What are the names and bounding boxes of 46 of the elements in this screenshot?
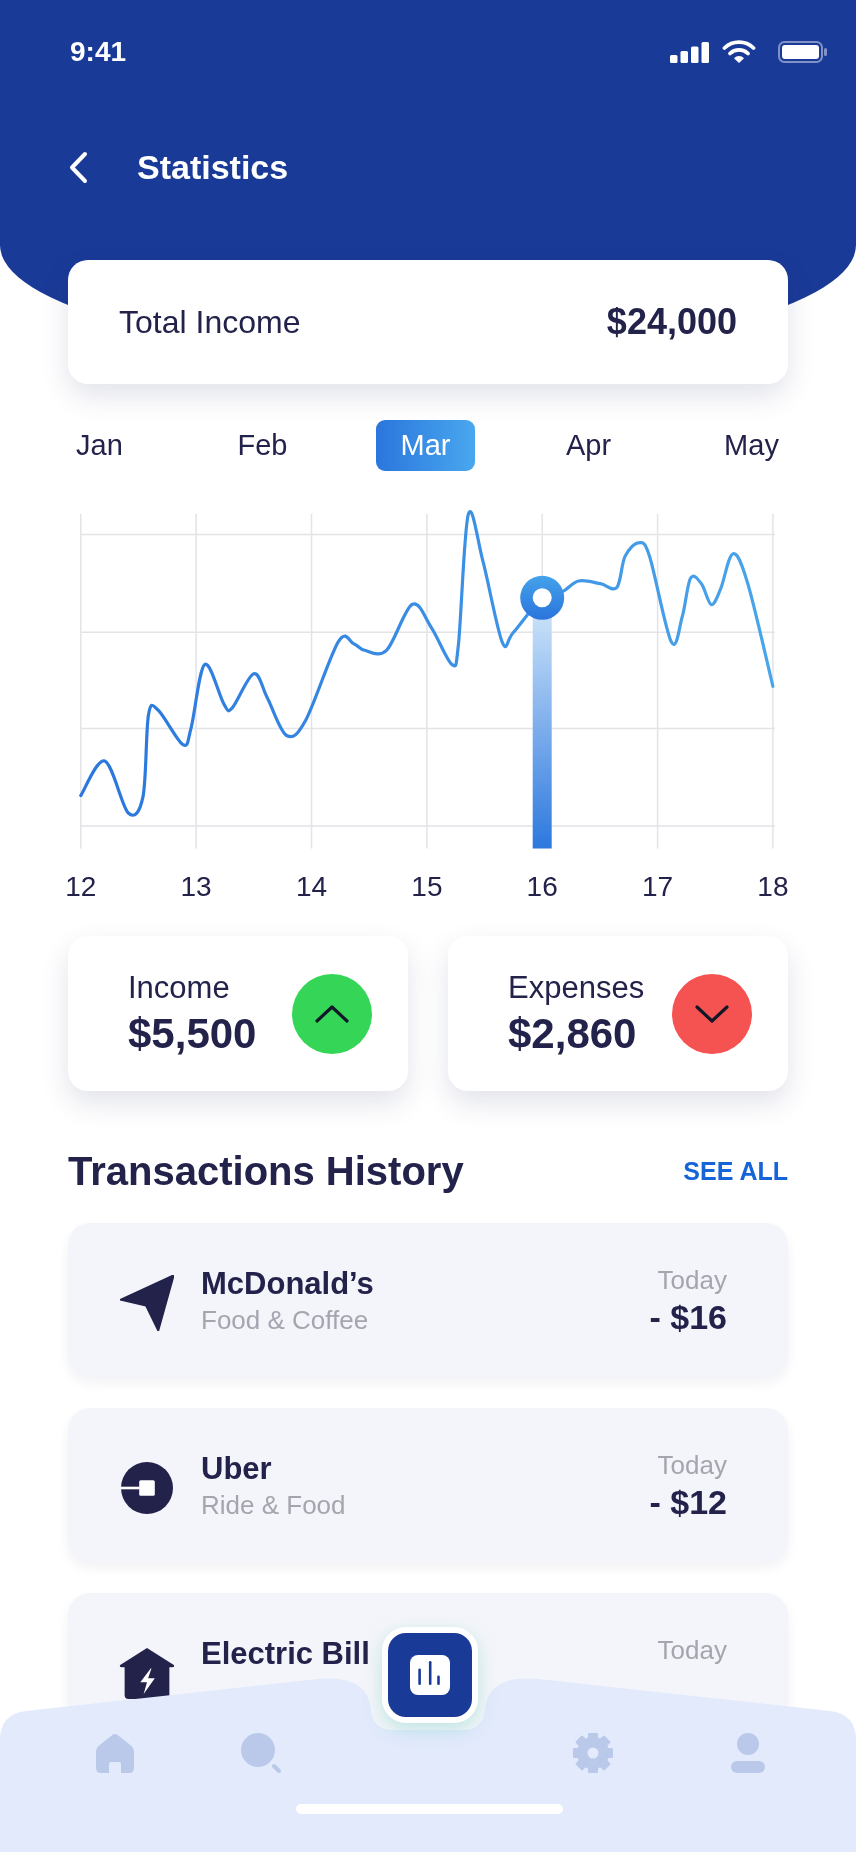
- total-income-label: Total Income: [119, 303, 301, 342]
- transaction-card[interactable]: McDonald’s Food & Coffee Today - $16: [68, 1223, 788, 1377]
- person-icon[interactable]: [731, 1733, 765, 1773]
- summary-amount: $2,860: [508, 1008, 637, 1059]
- status-time: 9:41: [70, 35, 127, 69]
- battery-icon: [778, 41, 827, 63]
- axis-label: 13: [180, 870, 212, 902]
- house-icon[interactable]: [96, 1733, 134, 1773]
- transaction-date: Today: [657, 1634, 727, 1667]
- transaction-category: Ride & Food: [201, 1489, 346, 1522]
- axis-label: 15: [411, 870, 443, 902]
- chart-highlight-marker[interactable]: [520, 575, 565, 849]
- page-title: Statistics: [137, 147, 289, 188]
- axis-label: 14: [295, 870, 328, 902]
- house-bolt-icon: [119, 1647, 175, 1699]
- bar-chart-icon: [410, 1655, 450, 1695]
- search-icon[interactable]: [241, 1733, 281, 1773]
- chart-button[interactable]: [382, 1627, 478, 1723]
- wifi-icon: [722, 40, 756, 64]
- axis-label: 12: [65, 870, 97, 902]
- see-all-link[interactable]: SEE ALL: [683, 1155, 788, 1187]
- month-tab[interactable]: Apr: [561, 420, 616, 471]
- transaction-card[interactable]: Uber Ride & Food Today - $12: [68, 1408, 788, 1562]
- transaction-date: Today: [657, 1264, 727, 1297]
- paper-plane-icon: [120, 1275, 174, 1331]
- summary-label: Income: [128, 968, 230, 1007]
- transaction-name: McDonald’s: [201, 1265, 374, 1303]
- chevron-left-icon[interactable]: [68, 150, 88, 184]
- axis-label: 16: [526, 870, 558, 902]
- month-tab[interactable]: May: [720, 420, 783, 471]
- total-income-amount: $24,000: [606, 300, 737, 344]
- axis-label: 18: [757, 870, 789, 902]
- transaction-name: Uber: [201, 1450, 272, 1488]
- month-tab[interactable]: Feb: [233, 420, 292, 471]
- summary-label: Expenses: [508, 968, 645, 1007]
- transaction-amount: - $16: [649, 1297, 727, 1337]
- transaction-name: Electric Bill: [201, 1635, 370, 1673]
- transaction-amount: - $12: [649, 1482, 727, 1522]
- settings-icon[interactable]: [573, 1733, 613, 1773]
- axis-label: 17: [642, 870, 674, 902]
- transaction-date: Today: [657, 1449, 727, 1482]
- summary-amount: $5,500: [128, 1008, 257, 1059]
- signal-icon: [670, 41, 710, 63]
- month-tab[interactable]: Jan: [72, 420, 127, 471]
- transaction-category: Food & Coffee: [201, 1304, 369, 1337]
- section-title: Transactions History: [68, 1148, 464, 1195]
